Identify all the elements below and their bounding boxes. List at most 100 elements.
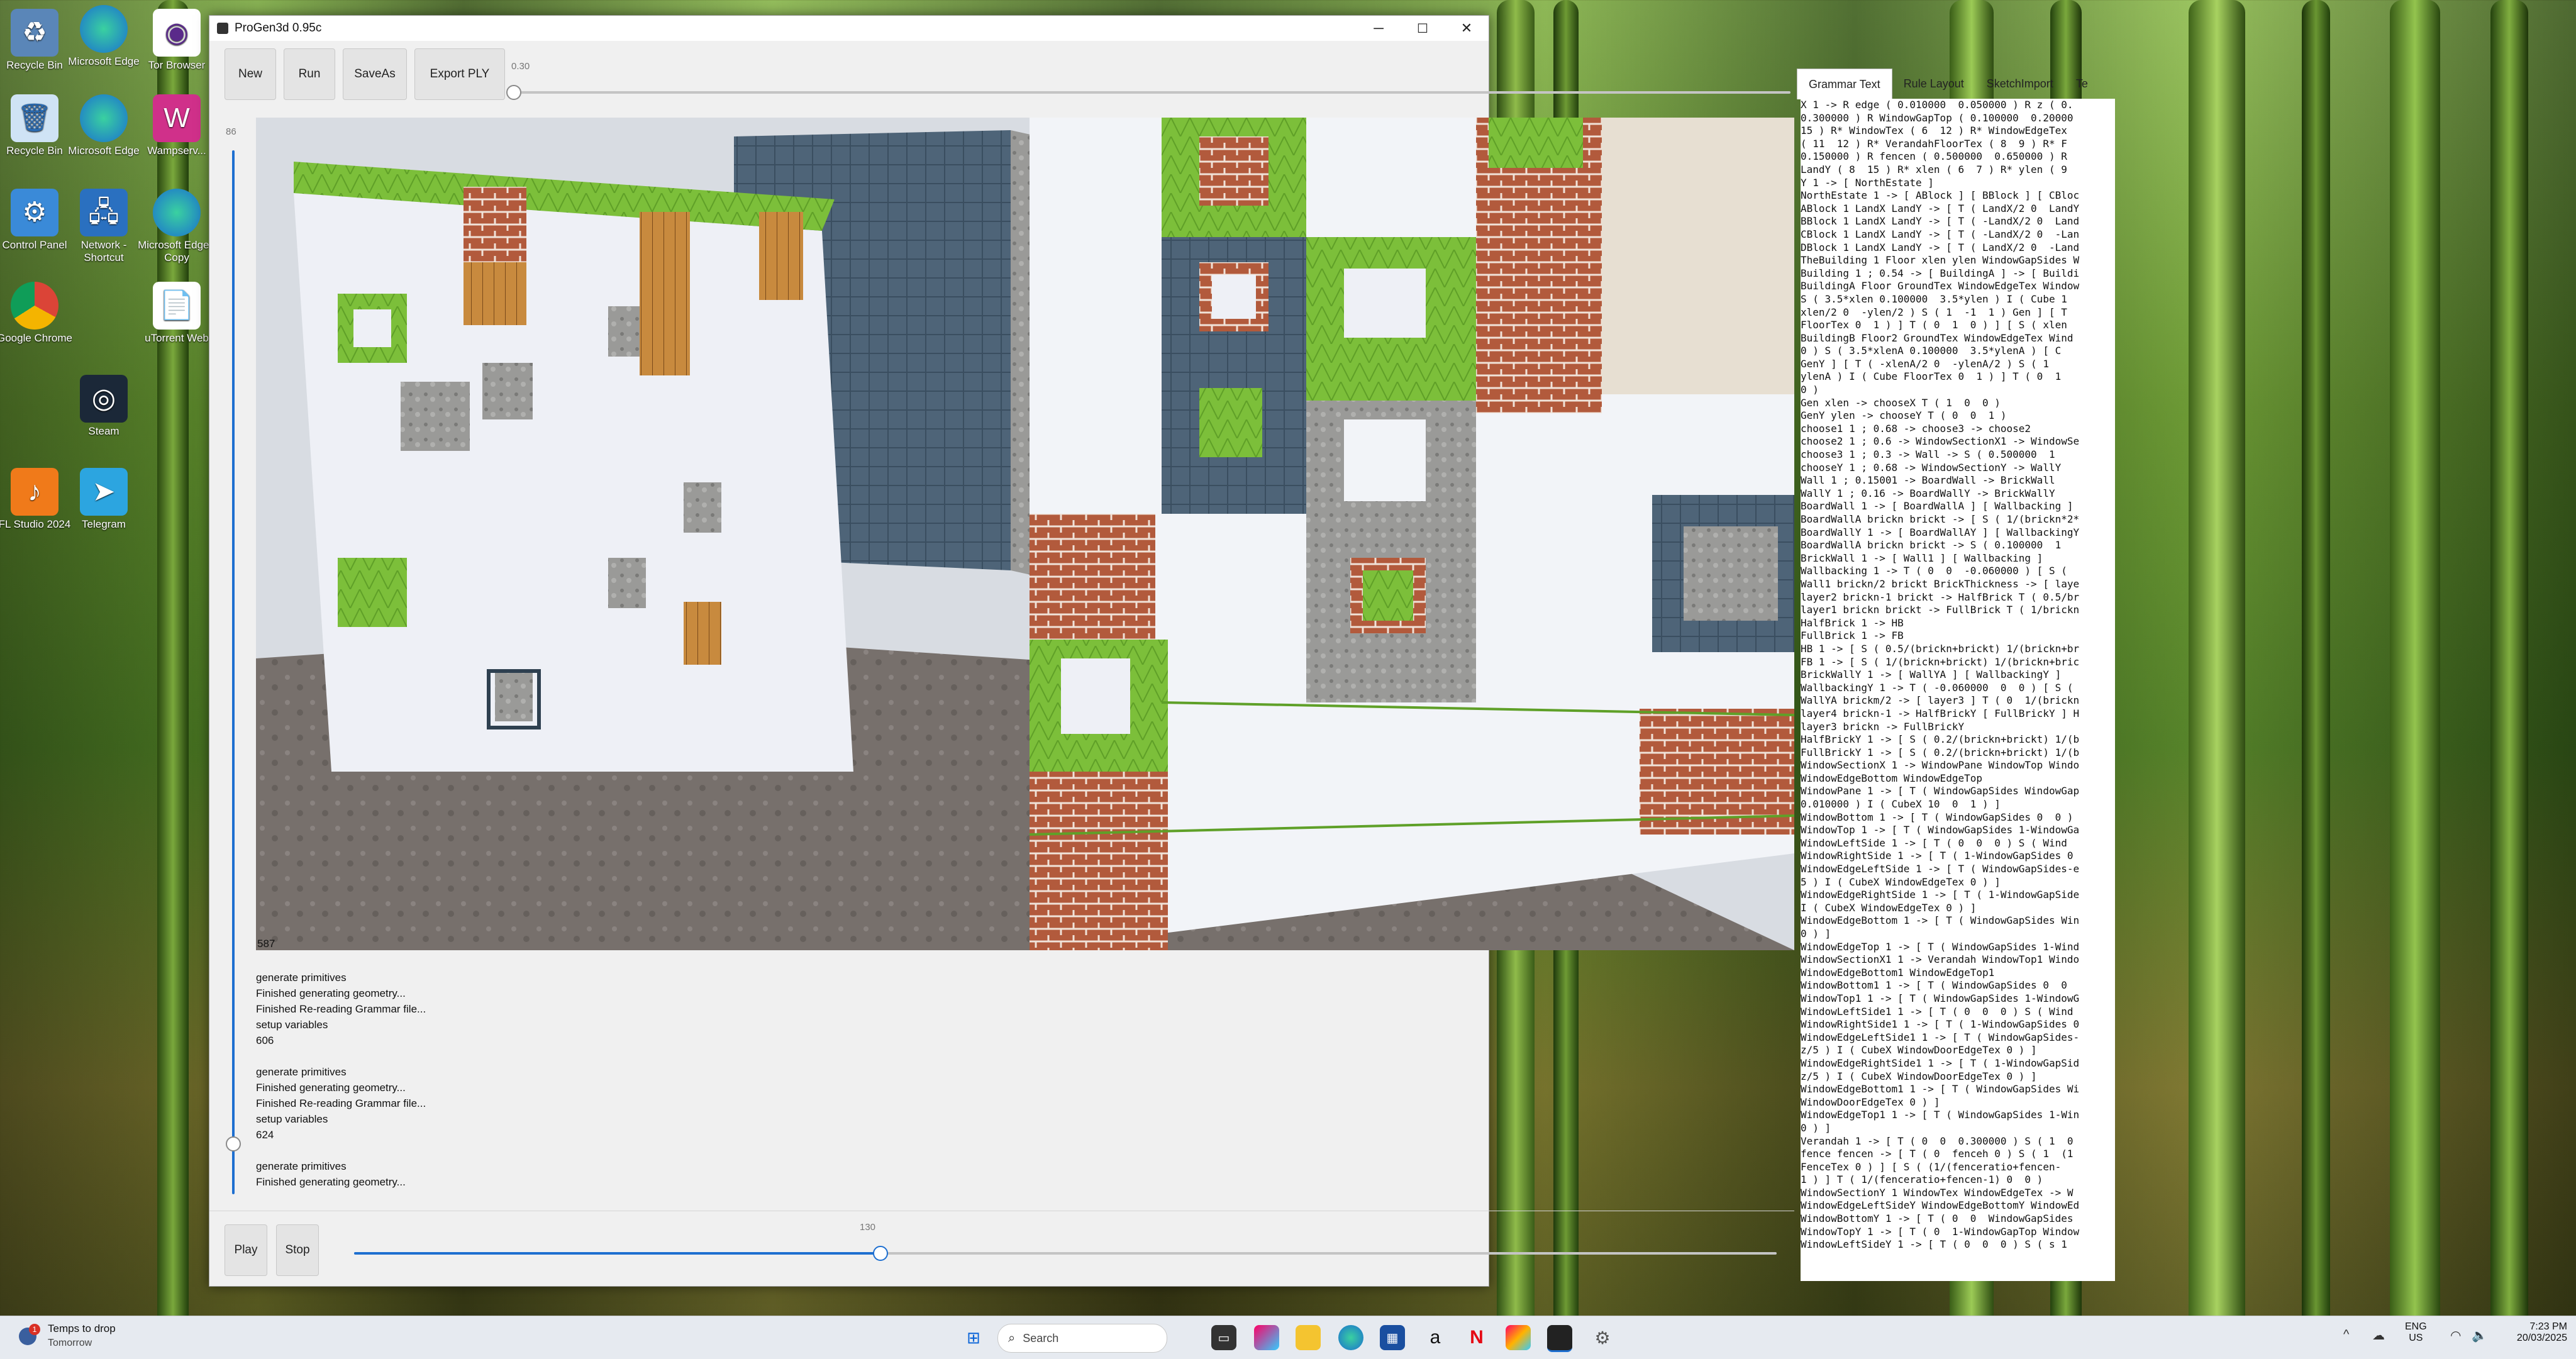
vertical-slider-track[interactable] — [232, 150, 235, 1194]
file-explorer-icon[interactable] — [1296, 1325, 1321, 1350]
copilot-icon[interactable] — [1254, 1325, 1279, 1350]
steam-icon: ◎ — [80, 375, 128, 423]
grammar-line: 0.150000 ) R fencen ( 0.500000 0.650000 … — [1801, 150, 2067, 163]
tab-rule-layout[interactable]: Rule Layout — [1892, 69, 1975, 99]
new-button[interactable]: New — [225, 48, 276, 100]
log-line: Finished generating geometry... — [256, 1082, 406, 1094]
grammar-line: 0 ) — [1801, 384, 1819, 396]
grammar-text-editor[interactable]: X 1 -> R edge ( 0.010000 0.050000 ) R z … — [1801, 99, 2115, 1281]
weather-widget[interactable]: 1 — [19, 1324, 40, 1345]
tab-te[interactable]: Te — [2065, 69, 2099, 99]
desktop-icon-network[interactable]: 🖧 Network - Shortcut — [63, 189, 145, 264]
grammar-line: WindowBottomY 1 -> [ T ( 0 0 WindowGapSi… — [1801, 1212, 2074, 1225]
grammar-line: BuildingA Floor GroundTex WindowEdgeTex … — [1801, 280, 2080, 292]
grammar-line: Wallbacking 1 -> T ( 0 0 -0.060000 ) [ S… — [1801, 565, 2067, 577]
tab-sketch-import[interactable]: SketchImport — [1975, 69, 2065, 99]
grammar-line: WallbackingY 1 -> T ( -0.060000 0 0 ) [ … — [1801, 681, 2074, 694]
saveas-button[interactable]: SaveAs — [343, 48, 407, 100]
grammar-line: WindowTopY 1 -> [ T ( 0 1-WindowGapTop W… — [1801, 1225, 2080, 1238]
progen3d-taskbar-icon[interactable] — [1547, 1325, 1572, 1352]
grammar-line: z/5 ) I ( CubeX WindowDoorEdgeTex 0 ) ] — [1801, 1044, 2037, 1057]
grammar-line: WindowBottom 1 -> [ T ( WindowGapSides 0… — [1801, 811, 2074, 823]
desktop-icon-utorrent[interactable]: 📄 uTorrent Web — [136, 282, 218, 345]
grammar-line: 5 ) I ( CubeX WindowEdgeTex 0 ) ] — [1801, 875, 2001, 888]
stop-button[interactable]: Stop — [276, 1224, 319, 1276]
chevron-up-icon[interactable]: ^ — [2343, 1328, 2349, 1342]
desktop-icon-chrome[interactable]: Google Chrome — [0, 282, 75, 345]
grammar-line: I ( CubeX WindowEdgeTex 0 ) ] — [1801, 901, 1977, 914]
close-button[interactable]: ✕ — [1445, 16, 1489, 41]
taskbar-search[interactable]: ⌕ Search — [997, 1324, 1167, 1353]
netflix-icon[interactable]: N — [1464, 1325, 1489, 1350]
grammar-line: WindowLeftSideY 1 -> [ T ( 0 0 0 ) S ( s… — [1801, 1238, 2067, 1251]
log-line: generate primitives — [256, 1066, 347, 1078]
onedrive-icon[interactable]: ☁ — [2372, 1328, 2385, 1343]
tab-grammar-text[interactable]: Grammar Text — [1797, 69, 1892, 99]
grammar-line: WindowTop 1 -> [ T ( WindowGapSides 1-Wi… — [1801, 824, 2080, 836]
grammar-line: WindowSectionX1 1 -> Verandah WindowTop1… — [1801, 953, 2080, 966]
grammar-line: WindowEdgeRightSide1 1 -> [ T ( 1-Window… — [1801, 1057, 2080, 1069]
desktop-icon-telegram[interactable]: ➤ Telegram — [63, 468, 145, 531]
task-view-icon[interactable]: ▭ — [1211, 1325, 1236, 1350]
grammar-line: WindowLeftSide1 1 -> [ T ( 0 0 0 ) S ( W… — [1801, 1005, 2074, 1018]
grammar-line: WindowSectionX 1 -> WindowPane WindowTop… — [1801, 759, 2080, 772]
playback-slider-thumb[interactable] — [872, 1246, 888, 1261]
settings-icon[interactable]: ⚙ — [1590, 1325, 1615, 1350]
store-icon[interactable]: ▦ — [1380, 1325, 1405, 1350]
grammar-line: TheBuilding 1 Floor xlen ylen WindowGapS… — [1801, 254, 2080, 267]
grammar-line: WindowLeftSide 1 -> [ T ( 0 0 0 ) S ( Wi… — [1801, 836, 2067, 849]
volume-icon[interactable]: 🔈 — [2472, 1328, 2487, 1343]
grammar-line: WindowEdgeBottom1 WindowEdgeTop1 — [1801, 966, 1995, 979]
grammar-line: 15 ) R* WindowTex ( 6 12 ) R* WindowEdge… — [1801, 125, 2067, 137]
grammar-line: xlen/2 0 -ylen/2 ) S ( 1 -1 1 ) Gen ] [ … — [1801, 306, 2067, 318]
grammar-line: BBlock 1 LandX LandY -> [ T ( -LandX/2 0… — [1801, 215, 2080, 228]
grammar-line: FloorTex 0 1 ) ] T ( 0 1 0 ) ] [ S ( xle… — [1801, 319, 2067, 331]
desktop-icon-edge-copy[interactable]: Microsoft Edge - Copy — [136, 189, 218, 264]
fl-studio-icon: ♪ — [11, 468, 58, 516]
grammar-line: ABlock 1 LandX LandY -> [ T ( LandX/2 0 … — [1801, 202, 2080, 214]
frame-counter: 587 — [257, 938, 275, 950]
desktop-icon-edge[interactable]: Microsoft Edge — [63, 5, 145, 68]
grammar-line: z/5 ) I ( CubeX WindowDoorEdgeTex 0 ) ] — [1801, 1070, 2037, 1082]
clock-time: 7:23 PM — [2529, 1321, 2567, 1332]
language-indicator[interactable]: ENG US — [2405, 1321, 2427, 1344]
weather-subtitle: Tomorrow — [48, 1338, 92, 1348]
grammar-line: WindowTop1 1 -> [ T ( WindowGapSides 1-W… — [1801, 992, 2080, 1004]
top-slider-thumb[interactable] — [506, 85, 521, 100]
vertical-slider-thumb[interactable] — [226, 1136, 241, 1151]
maximize-button[interactable]: ☐ — [1401, 16, 1445, 41]
photos-icon[interactable] — [1506, 1325, 1531, 1350]
clock[interactable]: 7:23 PM 20/03/2025 — [2513, 1321, 2567, 1344]
title-bar[interactable]: ProGen3d 0.95c ─ ☐ ✕ — [209, 16, 1489, 41]
log-line: Finished Re-reading Grammar file... — [256, 1097, 426, 1109]
grammar-line: WindowEdgeLeftSide1 1 -> [ T ( WindowGap… — [1801, 1031, 2080, 1043]
3d-viewport[interactable]: 587 — [256, 118, 1794, 950]
play-button[interactable]: Play — [225, 1224, 267, 1276]
log-line: Finished generating geometry... — [256, 987, 406, 999]
grammar-line: choose1 1 ; 0.68 -> choose3 -> choose2 — [1801, 422, 2031, 435]
desktop-icon-edge-2[interactable]: Microsoft Edge — [63, 94, 145, 157]
start-icon[interactable]: ⊞ — [961, 1325, 986, 1350]
app-window: ProGen3d 0.95c ─ ☐ ✕ New Run SaveAs Expo… — [209, 15, 2115, 1287]
grammar-line: layer4 brickn-1 -> HalfBrickY [ FullBric… — [1801, 707, 2080, 719]
playback-slider-fill — [354, 1252, 880, 1255]
export-ply-button[interactable]: Export PLY — [414, 48, 505, 100]
grammar-line: choose2 1 ; 0.6 -> WindowSectionX1 -> Wi… — [1801, 435, 2080, 448]
desktop-icon-steam[interactable]: ◎ Steam — [63, 375, 145, 438]
desktop-icon-tor-browser[interactable]: ◉ Tor Browser — [136, 9, 218, 72]
wifi-icon[interactable]: ◠ — [2450, 1328, 2461, 1343]
amazon-icon[interactable]: a — [1423, 1325, 1448, 1350]
grammar-line: WindowDoorEdgeTex 0 ) ] — [1801, 1096, 1940, 1108]
top-slider-track[interactable] — [514, 91, 1790, 94]
grammar-line: WindowEdgeBottom 1 -> [ T ( WindowGapSid… — [1801, 914, 2080, 927]
log-line: generate primitives — [256, 1160, 347, 1172]
minimize-button[interactable]: ─ — [1357, 16, 1401, 41]
playback-slider-value: 130 — [860, 1222, 876, 1233]
desktop-icon-wampserver[interactable]: W Wampserv... — [136, 94, 218, 157]
edge-taskbar-icon[interactable] — [1338, 1325, 1363, 1350]
tor-browser-icon: ◉ — [153, 9, 201, 57]
run-button[interactable]: Run — [284, 48, 335, 100]
grammar-line: 0 ) ] — [1801, 928, 1831, 940]
